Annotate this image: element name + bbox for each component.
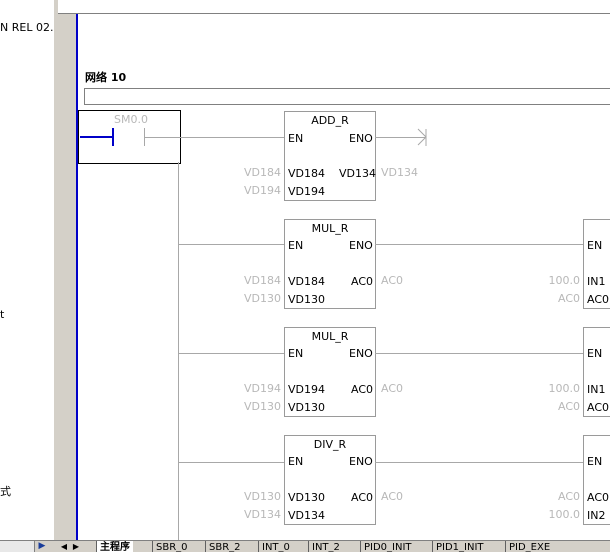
block-pin-in2: VD130 — [288, 401, 325, 414]
operand-label[interactable]: AC0 — [381, 383, 403, 395]
operand-label[interactable]: AC0 — [381, 275, 403, 287]
wire — [145, 137, 284, 138]
block-title: DIV_R — [313, 438, 347, 451]
operand-label[interactable]: AC0 — [530, 491, 580, 503]
block-pin-in2: VD194 — [288, 185, 325, 198]
tab-int-2[interactable]: INT_2 — [308, 541, 343, 552]
tree-item[interactable]: N REL 02.0 — [0, 21, 54, 34]
block-pin-in1: IN1 — [587, 383, 606, 396]
block-pin-in2: VD134 — [288, 509, 325, 522]
tab-pid0-init[interactable]: PID0_INIT — [360, 541, 415, 552]
operand-label[interactable]: VD130 — [228, 401, 281, 413]
block-pin-en: EN — [288, 239, 304, 252]
block-pin-in1: VD184 — [288, 275, 325, 288]
tree-item[interactable]: t — [0, 308, 4, 321]
operand-label[interactable]: AC0 — [530, 401, 580, 413]
contact-active-wire — [80, 136, 113, 138]
function-block-add-r[interactable]: ADD_R EN ENO VD184 VD134 VD194 — [284, 111, 376, 201]
operand-label[interactable]: AC0 — [381, 491, 403, 503]
block-pin-eno: ENO — [349, 239, 373, 252]
function-block-partial[interactable]: EN IN1 AC0 — [583, 219, 610, 309]
tab-pid1-init[interactable]: PID1_INIT — [432, 541, 487, 552]
rail-margin — [58, 14, 76, 540]
ladder-editor[interactable]: 网络 10 SM0.0 ADD_R EN ENO VD184 VD134 VD1… — [58, 0, 610, 540]
operand-label[interactable]: AC0 — [530, 293, 580, 305]
block-pin-eno: ENO — [349, 347, 373, 360]
block-pin-en: EN — [587, 239, 603, 252]
function-block-div-r[interactable]: DIV_R EN ENO VD130 AC0 VD134 — [284, 435, 376, 525]
block-pin-in1: VD194 — [288, 383, 325, 396]
operand-label[interactable]: VD134 — [228, 509, 281, 521]
block-pin-out: VD134 — [339, 167, 376, 180]
operand-label[interactable]: VD130 — [228, 293, 281, 305]
block-pin-out: AC0 — [351, 383, 374, 396]
block-pin-in2: IN2 — [587, 509, 606, 522]
tab-scroll-left-icon[interactable]: ◀ — [58, 541, 70, 552]
block-pin-out: AC0 — [351, 491, 374, 504]
tab-int-0[interactable]: INT_0 — [258, 541, 293, 552]
operand-label[interactable]: VD184 — [228, 275, 281, 287]
network-comment-field[interactable] — [84, 88, 610, 105]
block-pin-in2: VD130 — [288, 293, 325, 306]
block-pin-eno: ENO — [349, 455, 373, 468]
network-divider — [58, 13, 610, 14]
function-block-partial[interactable]: EN AC0 IN2 — [583, 435, 610, 525]
power-rail — [76, 14, 78, 540]
pou-tab-bar: ▶ ◀ ▶ 主程序 SBR_0 SBR_2 INT_0 INT_2 PID0_I… — [0, 540, 610, 552]
wire — [178, 462, 284, 463]
tab-scroll-right-icon[interactable]: ▶ — [70, 541, 82, 552]
block-pin-out: AC0 — [351, 275, 374, 288]
tab-main[interactable]: 主程序 — [96, 541, 133, 552]
tree-item[interactable]: 式 — [0, 483, 11, 499]
scroll-right-icon[interactable]: ▶ — [36, 541, 48, 552]
block-pin-en: EN — [288, 347, 304, 360]
block-pin-in1: IN1 — [587, 275, 606, 288]
block-pin-en: EN — [587, 455, 603, 468]
operand-label[interactable]: VD194 — [228, 383, 281, 395]
block-pin-in1: AC0 — [587, 491, 610, 504]
block-pin-en: EN — [587, 347, 603, 360]
function-block-partial[interactable]: EN IN1 AC0 — [583, 327, 610, 417]
eno-wire — [375, 462, 583, 463]
block-pin-eno: ENO — [349, 132, 373, 145]
wire — [178, 244, 284, 245]
block-pin-in1: VD184 — [288, 167, 325, 180]
project-tree-panel: N REL 02.0 t 式 — [0, 0, 54, 540]
output-arrow-icon — [417, 128, 427, 146]
block-pin-in1: VD130 — [288, 491, 325, 504]
tab-sbr-0[interactable]: SBR_0 — [152, 541, 191, 552]
operand-label[interactable]: VD134 — [381, 167, 418, 179]
eno-wire — [375, 244, 583, 245]
eno-wire — [375, 353, 583, 354]
block-pin-in2: AC0 — [587, 401, 610, 414]
tab-pid-exe[interactable]: PID_EXE — [505, 541, 553, 552]
block-pin-in2: AC0 — [587, 293, 610, 306]
block-pin-en: EN — [288, 455, 304, 468]
contact-left-bar — [112, 128, 114, 146]
tab-sbr-2[interactable]: SBR_2 — [205, 541, 244, 552]
operand-label[interactable]: VD194 — [228, 185, 281, 197]
contact-label: SM0.0 — [114, 113, 148, 126]
branch-wire — [178, 162, 179, 540]
tree-hscroll[interactable] — [0, 541, 35, 552]
block-title: ADD_R — [311, 114, 349, 127]
operand-label[interactable]: VD130 — [228, 491, 281, 503]
operand-label[interactable]: 100.0 — [530, 275, 581, 287]
block-pin-en: EN — [288, 132, 304, 145]
block-title: MUL_R — [311, 222, 349, 235]
operand-label[interactable]: VD184 — [228, 167, 281, 179]
block-title: MUL_R — [311, 330, 349, 343]
operand-label[interactable]: 100.0 — [530, 509, 581, 521]
wire — [178, 353, 284, 354]
function-block-mul-r[interactable]: MUL_R EN ENO VD194 AC0 VD130 — [284, 327, 376, 417]
function-block-mul-r[interactable]: MUL_R EN ENO VD184 AC0 VD130 — [284, 219, 376, 309]
network-title: 网络 10 — [85, 71, 127, 84]
operand-label[interactable]: 100.0 — [530, 383, 581, 395]
